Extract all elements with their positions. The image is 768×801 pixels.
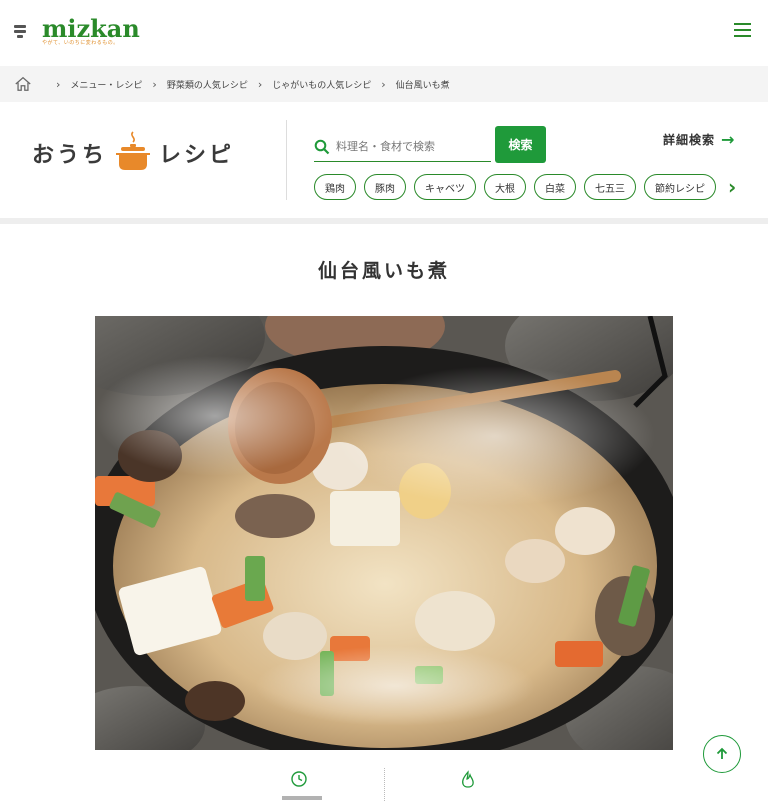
home-icon[interactable] (14, 75, 32, 93)
logo-mark-icon (12, 21, 28, 45)
chevron-right-icon[interactable]: › (728, 175, 736, 199)
logo-text-left: おうち (32, 143, 108, 168)
breadcrumb-separator-icon: › (152, 77, 157, 91)
tag-shichigosan[interactable]: 七五三 (584, 174, 636, 200)
tag-hakusai[interactable]: 白菜 (534, 174, 576, 200)
tag-pork[interactable]: 豚肉 (364, 174, 406, 200)
pot-icon (116, 131, 151, 170)
arrow-right-icon: → (721, 130, 736, 149)
hamburger-icon[interactable] (732, 20, 754, 38)
mizkan-logo[interactable]: mizkan やがて、いのちに変わるもの。 (12, 14, 140, 47)
search-input[interactable] (336, 140, 486, 153)
section-divider (0, 218, 768, 224)
breadcrumb-item-current: 仙台風いも煮 (395, 80, 450, 91)
breadcrumb-separator-icon: › (257, 77, 263, 91)
search-button[interactable]: 検索 (495, 126, 546, 163)
scroll-to-top-button[interactable] (703, 735, 741, 773)
site-header: mizkan やがて、いのちに変わるもの。 (0, 0, 768, 66)
tag-cabbage[interactable]: キャベツ (414, 174, 476, 200)
advanced-search-label: 詳細検索 (663, 133, 716, 147)
breadcrumb: › メニュー・レシピ › 野菜類の人気レシピ › じゃがいもの人気レシピ › 仙… (0, 66, 768, 102)
cooking-time-label-clipped (282, 796, 322, 800)
flame-icon (462, 770, 474, 788)
breadcrumb-separator-icon: › (381, 77, 386, 91)
recipe-site-header: おうち レシピ 検索 詳細検索 → 鶏肉 豚肉 キャベツ 大根 白菜 七五三 節… (0, 102, 768, 218)
logo-text-right: レシピ (159, 143, 235, 168)
ouchi-recipe-logo[interactable]: おうち レシピ (32, 130, 234, 174)
search-field (314, 132, 491, 162)
tag-daikon[interactable]: 大根 (484, 174, 526, 200)
breadcrumb-item-potato[interactable]: じゃがいもの人気レシピ (272, 78, 371, 91)
logo-tagline: やがて、いのちに変わるもの。 (42, 40, 119, 46)
info-divider (384, 768, 385, 801)
page-title: 仙台風いも煮 (317, 260, 450, 282)
popular-tags: 鶏肉 豚肉 キャベツ 大根 白菜 七五三 節約レシピ › (314, 174, 736, 200)
breadcrumb-item-menu[interactable]: メニュー・レシピ (70, 78, 142, 91)
search-icon (314, 139, 330, 154)
arrow-up-icon (716, 747, 728, 759)
recipe-info-row (0, 762, 768, 801)
breadcrumb-item-vegetables[interactable]: 野菜類の人気レシピ (167, 78, 248, 91)
header-divider (286, 120, 287, 200)
recipe-photo (95, 316, 673, 750)
breadcrumb-separator-icon: › (56, 77, 61, 91)
clock-icon (291, 771, 307, 787)
logo-wordmark: mizkan (42, 14, 140, 43)
tag-budget-recipe[interactable]: 節約レシピ (644, 174, 716, 200)
tag-chicken[interactable]: 鶏肉 (314, 174, 356, 200)
advanced-search-link[interactable]: 詳細検索 → (663, 130, 735, 149)
